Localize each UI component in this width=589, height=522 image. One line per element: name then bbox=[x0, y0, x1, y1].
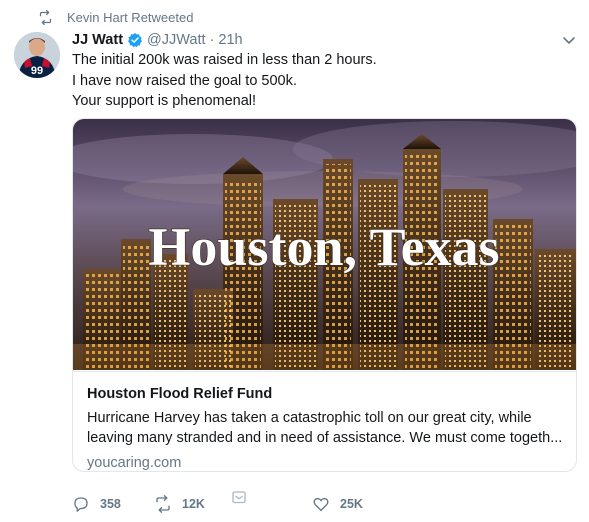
retweet-icon bbox=[39, 9, 52, 25]
card-description-line: leaving many stranded and in need of ass… bbox=[87, 430, 563, 446]
direct-message-icon bbox=[232, 491, 246, 504]
retweet-count: 12K bbox=[182, 497, 205, 511]
reply-icon bbox=[74, 497, 88, 512]
card-body[interactable]: Houston Flood Relief Fund Hurricane Harv… bbox=[73, 371, 576, 471]
card-description-line: Hurricane Harvey has taken a catastrophi… bbox=[87, 410, 532, 426]
chevron-down-icon[interactable] bbox=[561, 32, 577, 48]
like-count: 25K bbox=[340, 497, 363, 511]
verified-badge-icon bbox=[128, 33, 143, 48]
like-button[interactable]: 25K bbox=[312, 494, 363, 514]
avatar-jersey-number: 99 bbox=[31, 65, 43, 77]
card-image-overlay-text: Houston, Texas bbox=[148, 217, 499, 277]
retweet-icon bbox=[156, 495, 170, 513]
link-card[interactable]: Houston, Texas Houston Flood Relief Fund… bbox=[72, 118, 577, 472]
tweet-timestamp[interactable]: 21h bbox=[218, 32, 242, 48]
heart-icon bbox=[313, 497, 329, 512]
reply-count: 358 bbox=[100, 497, 121, 511]
tweet-line: The initial 200k was raised in less than… bbox=[72, 52, 377, 68]
retweet-context[interactable]: Kevin Hart Retweeted bbox=[38, 8, 193, 26]
retweet-button[interactable]: 12K bbox=[154, 494, 205, 514]
author-name[interactable]: JJ Watt bbox=[72, 32, 123, 48]
card-title: Houston Flood Relief Fund bbox=[87, 386, 273, 402]
tweet-actions: 358 12K 25K bbox=[72, 491, 492, 514]
tweet-text: The initial 200k was raised in less than… bbox=[72, 50, 572, 112]
avatar[interactable]: 99 bbox=[14, 32, 60, 78]
tweet-line: Your support is phenomenal! bbox=[72, 93, 257, 109]
header-separator: · bbox=[209, 32, 215, 48]
reply-button[interactable]: 358 bbox=[72, 494, 121, 514]
card-domain: youcaring.com bbox=[87, 455, 182, 471]
tweet-header: JJ Watt @JJWatt · 21h bbox=[72, 30, 243, 50]
tweet-line: I have now raised the goal to 500k. bbox=[72, 72, 297, 89]
card-image[interactable]: Houston, Texas bbox=[73, 119, 576, 370]
author-handle[interactable]: @JJWatt bbox=[147, 32, 206, 48]
retweet-context-label: Kevin Hart Retweeted bbox=[67, 9, 194, 25]
direct-message-button[interactable] bbox=[230, 488, 258, 508]
card-description: Hurricane Harvey has taken a catastrophi… bbox=[87, 408, 562, 448]
